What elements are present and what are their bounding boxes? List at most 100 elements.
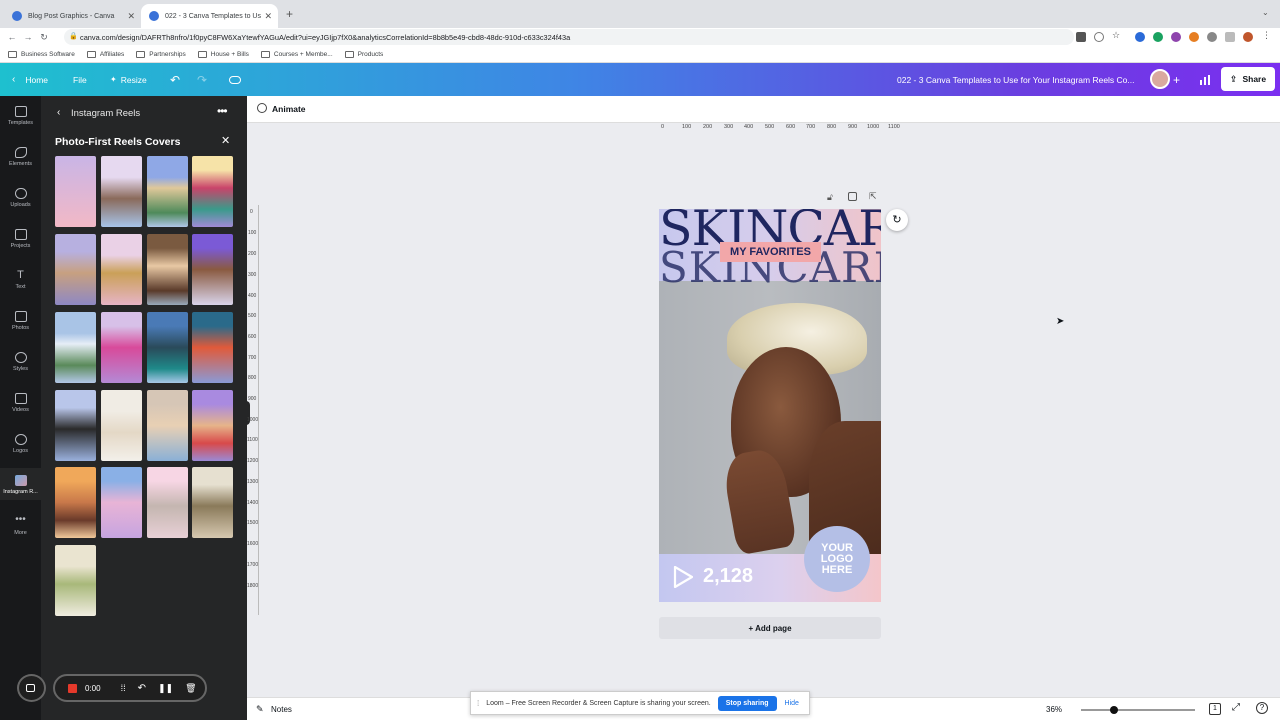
template-thumbnail[interactable] <box>192 234 233 305</box>
rail-item-more[interactable]: ••• More <box>0 515 41 537</box>
restart-icon[interactable]: ↶ <box>138 683 146 694</box>
close-section-icon[interactable]: ✕ <box>221 134 230 147</box>
reload-icon[interactable]: ↻ <box>36 32 52 43</box>
template-thumbnail[interactable] <box>147 234 188 305</box>
duplicate-page-icon[interactable] <box>848 192 857 201</box>
template-thumbnail[interactable] <box>101 234 142 305</box>
extension-icon[interactable] <box>1135 32 1145 42</box>
rotate-icon[interactable]: ↻ <box>886 209 908 231</box>
share-button[interactable]: ⇪ Share <box>1221 67 1275 91</box>
close-tab-icon[interactable]: ✕ <box>127 11 135 22</box>
cloud-saved-icon[interactable] <box>229 63 241 96</box>
help-icon[interactable]: ? <box>1256 702 1268 714</box>
browser-tab[interactable]: Blog Post Graphics - Canva ✕ <box>4 4 141 28</box>
back-icon[interactable]: ← <box>4 32 20 42</box>
add-page-icon[interactable]: ⇱ <box>869 191 877 202</box>
browser-tab-active[interactable]: 022 - 3 Canva Templates to Us ✕ <box>141 4 278 28</box>
back-chevron-icon[interactable]: ‹ <box>57 107 60 118</box>
hide-button[interactable]: Hide <box>785 700 799 707</box>
trash-icon[interactable]: 🗑︎ <box>185 683 196 694</box>
bookmark-folder[interactable]: House + Bills <box>197 50 249 58</box>
sidebar-icon[interactable] <box>1225 32 1235 42</box>
stop-recording-icon[interactable] <box>68 683 77 693</box>
recorder-camera-button[interactable] <box>17 674 46 702</box>
undo-icon[interactable]: ↶ <box>170 63 180 96</box>
bookmark-folder[interactable]: Partnerships <box>136 50 186 58</box>
bookmark-folder[interactable]: Affiliates <box>86 50 124 58</box>
template-thumbnail[interactable] <box>101 467 142 538</box>
template-thumbnail[interactable] <box>101 156 142 227</box>
template-thumbnail[interactable] <box>147 390 188 461</box>
tab-search-icon[interactable]: ⌄ <box>1262 8 1269 17</box>
lock-page-icon[interactable]: 🔓︎ <box>827 192 833 203</box>
rail-item-projects[interactable]: Projects <box>0 229 41 249</box>
home-button[interactable]: ‹ Home <box>12 63 48 96</box>
template-thumbnail[interactable] <box>55 545 96 616</box>
template-thumbnail[interactable] <box>55 234 96 305</box>
logo-placeholder[interactable]: YOUR LOGO HERE <box>804 526 870 592</box>
template-thumbnail[interactable] <box>101 390 142 461</box>
profile-avatar-icon[interactable] <box>1243 32 1253 42</box>
rail-item-templates[interactable]: Templates <box>0 106 41 126</box>
rail-item-instagram-reels[interactable]: Instagram R... <box>0 468 41 500</box>
template-thumbnail[interactable] <box>192 156 233 227</box>
drag-handle-icon[interactable]: ⁞⁞ <box>121 683 126 693</box>
zoom-percent[interactable]: 36% <box>1046 705 1062 714</box>
bookmark-folder[interactable]: Business Software <box>8 50 75 58</box>
zoom-slider[interactable] <box>1081 709 1195 711</box>
page-count-button[interactable]: 1 <box>1209 703 1221 715</box>
animate-button[interactable]: Animate <box>272 104 306 114</box>
resize-button[interactable]: ✦ Resize <box>110 63 147 96</box>
template-thumbnail[interactable] <box>192 312 233 383</box>
file-menu-button[interactable]: File <box>73 63 87 96</box>
share-page-icon[interactable] <box>1094 32 1104 42</box>
add-collaborator-icon[interactable]: + <box>1173 63 1180 96</box>
rail-item-text[interactable]: T Text <box>0 270 41 291</box>
rail-item-photos[interactable]: Photos <box>0 311 41 331</box>
my-favorites-ribbon[interactable]: MY FAVORITES <box>720 242 821 262</box>
extensions-puzzle-icon[interactable] <box>1207 32 1217 42</box>
extension-icon[interactable] <box>1189 32 1199 42</box>
extension-icon[interactable] <box>1153 32 1163 42</box>
drag-handle-icon[interactable]: ⁞ <box>477 699 479 708</box>
browser-menu-icon[interactable]: ⋮ <box>1262 30 1272 40</box>
fullscreen-icon[interactable]: ⤢ <box>1232 702 1240 713</box>
document-title[interactable]: 022 - 3 Canva Templates to Use for Your … <box>897 63 1135 96</box>
collaborator-avatar[interactable] <box>1150 69 1170 89</box>
stop-sharing-button[interactable]: Stop sharing <box>717 695 777 711</box>
template-thumbnail[interactable] <box>192 390 233 461</box>
panel-more-icon[interactable]: ••• <box>217 104 228 118</box>
site-info-icon[interactable]: 🔒 <box>69 32 78 40</box>
panel-back-title[interactable]: Instagram Reels <box>71 108 140 119</box>
portrait-photo[interactable] <box>659 281 881 561</box>
bookmark-folder[interactable]: Products <box>344 50 383 58</box>
rail-item-logos[interactable]: Logos <box>0 434 41 454</box>
rail-item-elements[interactable]: Elements <box>0 147 41 167</box>
views-count[interactable]: 2,128 <box>703 565 753 588</box>
template-thumbnail[interactable] <box>55 156 96 227</box>
new-tab-icon[interactable]: + <box>286 7 293 21</box>
extension-icon[interactable] <box>1171 32 1181 42</box>
rail-item-videos[interactable]: Videos <box>0 393 41 413</box>
bookmark-folder[interactable]: Courses + Membe... <box>260 50 333 58</box>
rail-item-styles[interactable]: Styles <box>0 352 41 372</box>
pause-icon[interactable]: ❚❚ <box>158 683 173 694</box>
template-thumbnail[interactable] <box>192 467 233 538</box>
template-thumbnail[interactable] <box>147 156 188 227</box>
design-page[interactable]: SKINCARE SKINCARE MY FAVORITES 2,128 YOU… <box>659 209 881 602</box>
template-thumbnail[interactable] <box>55 467 96 538</box>
forward-icon[interactable]: → <box>20 32 36 42</box>
add-page-button[interactable]: + Add page <box>659 617 881 639</box>
camera-icon[interactable] <box>1076 32 1086 42</box>
template-thumbnail[interactable] <box>147 467 188 538</box>
template-thumbnail[interactable] <box>55 390 96 461</box>
address-bar[interactable]: 🔒 canva.com/design/DAFRTh8nfro/1f0pyC8FW… <box>64 29 1074 45</box>
insights-chart-icon[interactable] <box>1193 63 1217 96</box>
rail-item-uploads[interactable]: Uploads <box>0 188 41 208</box>
template-thumbnail[interactable] <box>147 312 188 383</box>
notes-button[interactable]: Notes <box>271 705 292 714</box>
bookmark-star-icon[interactable]: ☆ <box>1112 30 1122 40</box>
close-tab-icon[interactable]: ✕ <box>264 11 272 22</box>
template-thumbnail[interactable] <box>101 312 142 383</box>
redo-icon[interactable]: ↷ <box>197 63 207 96</box>
